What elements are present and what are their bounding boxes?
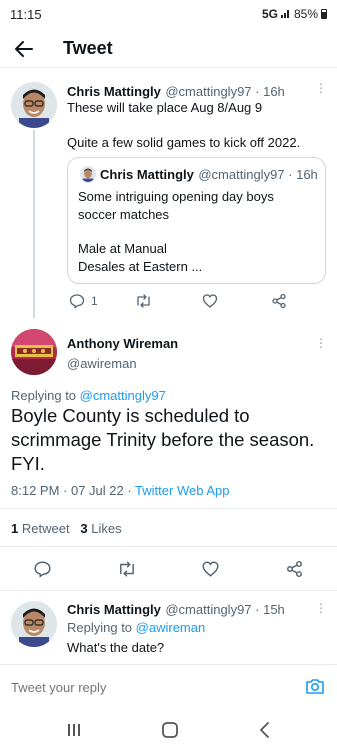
battery-icon (321, 9, 327, 19)
tweet-body-line1: Boyle County is scheduled to (11, 405, 250, 426)
retweet-button[interactable] (135, 293, 152, 309)
author-handle[interactable]: @cmattingly97 · 16h (165, 84, 284, 99)
tweet-source[interactable]: Twitter Web App (135, 483, 229, 498)
status-bar: 11:15 5G 85% (0, 0, 337, 30)
quote-author-name: Chris Mattingly (100, 167, 194, 182)
retweet-count: 1 (11, 521, 19, 536)
quote-text-line3: Male at Manual (78, 241, 167, 256)
profile-photo-icon (11, 329, 57, 375)
reply-icon (69, 294, 85, 309)
engagement-stats: 1 Retweet 3 Likes (11, 521, 122, 536)
replying-to: Replying to @cmattingly97 (11, 387, 166, 404)
replying-prefix: Replying to (67, 620, 136, 635)
chevron-left-icon (260, 722, 269, 738)
avatar[interactable] (11, 82, 57, 128)
reply-icon (34, 561, 51, 578)
person-avatar-icon (80, 166, 96, 182)
retweet-icon (137, 294, 150, 308)
reply-author-row: Chris Mattingly @cmattingly97 · 15h (67, 601, 285, 619)
home-icon (162, 722, 178, 738)
avatar[interactable] (11, 329, 57, 375)
recent-apps-button[interactable] (66, 722, 82, 743)
reply-text: What's the date? (67, 640, 165, 655)
back-arrow-icon (15, 41, 33, 57)
author-name[interactable]: Chris Mattingly (67, 602, 161, 617)
tweet-body-line3: FYI. (11, 453, 45, 474)
tweet-body: Boyle County is scheduled to scrimmage T… (11, 404, 314, 476)
share-button[interactable] (271, 293, 287, 309)
more-options-icon[interactable]: ⋮ (315, 336, 327, 350)
share-icon (287, 560, 302, 578)
reply-button[interactable] (33, 560, 52, 578)
reply-button[interactable]: 1 (69, 293, 98, 309)
author-handle[interactable]: @cmattingly97 · 15h (165, 602, 284, 617)
more-options-icon[interactable]: ⋮ (315, 81, 327, 95)
tweet-timestamp[interactable]: 8:12 PM · 07 Jul 22 · (11, 483, 135, 498)
like-count: 3 (80, 521, 88, 536)
heart-icon (202, 561, 219, 577)
like-label: Likes (91, 521, 122, 536)
top-app-bar: Tweet (0, 30, 337, 68)
tweet-meta: 8:12 PM · 07 Jul 22 · Twitter Web App (11, 483, 229, 498)
back-button[interactable] (10, 36, 38, 62)
quote-author-handle: @cmattingly97 · 16h (198, 167, 318, 182)
likes-stat[interactable]: 3 Likes (80, 521, 121, 536)
like-button[interactable] (202, 293, 218, 309)
author-name[interactable]: Chris Mattingly (67, 84, 161, 99)
retweets-stat[interactable]: 1 Retweet (11, 521, 73, 536)
back-nav-button[interactable] (257, 721, 273, 744)
author-name[interactable]: Anthony Wireman (67, 336, 178, 351)
replying-prefix: Replying to (11, 388, 80, 403)
replying-to-link[interactable]: @cmattingly97 (80, 388, 166, 403)
avatar[interactable] (11, 601, 57, 647)
more-options-icon[interactable]: ⋮ (315, 601, 327, 615)
person-avatar-icon (11, 601, 57, 647)
reply-composer (0, 664, 337, 710)
replying-to: Replying to @awireman (67, 619, 205, 636)
author-handle[interactable]: @awireman (67, 356, 137, 371)
quote-text-line2: soccer matches (78, 207, 170, 222)
tweet-text-line1: These will take place Aug 8/Aug 9 (67, 100, 263, 115)
divider (0, 546, 337, 547)
replying-to-link[interactable]: @awireman (136, 620, 206, 635)
quote-text-line1: Some intriguing opening day boys (78, 189, 274, 204)
battery-percent: 85% (293, 7, 318, 21)
camera-icon (306, 679, 324, 694)
network-label: 5G (261, 7, 278, 21)
system-navigation-bar (0, 712, 337, 750)
reply-input[interactable] (11, 675, 271, 699)
camera-button[interactable] (305, 677, 325, 700)
home-button[interactable] (161, 721, 179, 744)
quote-avatar (80, 166, 96, 182)
reply-count: 1 (91, 294, 98, 308)
quote-author-row: Chris Mattingly @cmattingly97 · 16h (100, 166, 318, 184)
person-avatar-icon (11, 82, 57, 128)
recent-apps-icon (68, 724, 80, 736)
tweet-body-line2: scrimmage Trinity before the season. (11, 429, 315, 450)
quote-text-line4: Desales at Eastern ... (78, 259, 203, 274)
retweet-icon (120, 561, 134, 577)
retweet-label: Retweet (21, 521, 70, 536)
like-button[interactable] (201, 560, 220, 578)
retweet-button[interactable] (117, 560, 137, 578)
heart-icon (202, 294, 218, 308)
share-button[interactable] (285, 560, 304, 578)
divider (0, 590, 337, 591)
share-icon (272, 293, 286, 309)
quoted-tweet[interactable]: Chris Mattingly @cmattingly97 · 16h Some… (67, 157, 326, 284)
status-time: 11:15 (10, 7, 42, 22)
thread-line (33, 130, 35, 318)
page-title: Tweet (63, 38, 113, 58)
status-indicators: 5G 85% (262, 7, 327, 21)
divider (0, 508, 337, 509)
signal-icon (280, 7, 291, 21)
tweet-text-line2: Quite a few solid games to kick off 2022… (67, 135, 301, 150)
